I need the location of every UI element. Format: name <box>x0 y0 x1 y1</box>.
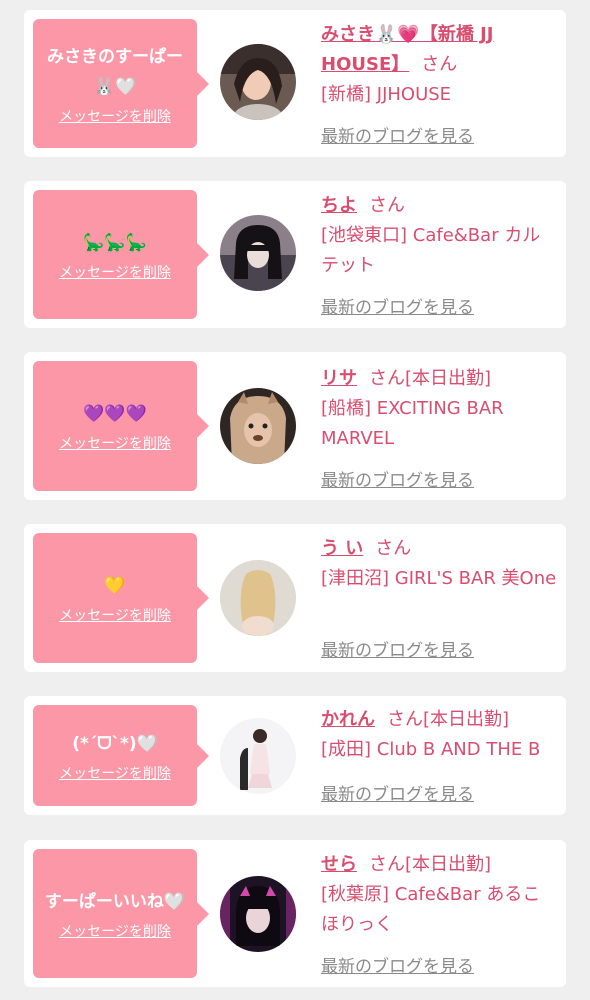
cast-name-link[interactable]: う い <box>321 538 363 559</box>
honorific: さん <box>369 368 405 389</box>
latest-blog-link[interactable]: 最新のブログを見る <box>321 466 474 491</box>
name-line: ちよ さん <box>321 191 557 221</box>
delete-message-link[interactable]: メッセージを削除 <box>59 433 171 453</box>
message-bubble: 🦕🦕🦕 メッセージを削除 <box>33 190 209 319</box>
profile-info: う いさん [津田沼] GIRL'S BAR 美One <box>321 534 557 594</box>
avatar[interactable] <box>220 560 296 636</box>
work-status: [本日出勤] <box>405 368 492 389</box>
message-bubble: 💜💜💜 メッセージを削除 <box>33 361 209 491</box>
delete-message-link[interactable]: メッセージを削除 <box>59 921 171 941</box>
profile-info: せら さん[本日出勤] [秋葉原] Cafe&Bar あるこほりっく <box>321 850 557 940</box>
avatar[interactable] <box>220 718 296 794</box>
shop-name: [船橋] EXCITING BAR MARVEL <box>321 398 504 449</box>
delete-message-link[interactable]: メッセージを削除 <box>59 763 171 783</box>
honorific: さん <box>369 854 405 875</box>
shop-name: [成田] Club B AND THE B <box>321 739 541 760</box>
message-text: みさきのすーぱー🐰🤍 <box>47 46 183 97</box>
profile-info: リサ さん[本日出勤] [船橋] EXCITING BAR MARVEL <box>321 364 557 454</box>
delete-message-link[interactable]: メッセージを削除 <box>59 605 171 625</box>
message-bubble: すーぱーいいね🤍 メッセージを削除 <box>33 849 209 978</box>
avatar[interactable] <box>220 876 296 952</box>
list-item: 💜💜💜 メッセージを削除 リサ さん[本日出勤] [船橋] EXCITING BA… <box>24 352 566 500</box>
list-item: 🦕🦕🦕 メッセージを削除 ちよ さん [池袋東口] Cafe&Bar カルテット … <box>24 181 566 328</box>
shop-name: [津田沼] GIRL'S BAR 美One <box>321 568 557 589</box>
honorific: さん <box>387 709 423 730</box>
delete-message-link[interactable]: メッセージを削除 <box>59 262 171 282</box>
message-text: 💛 <box>104 576 126 596</box>
profile-info: みさき🐰💗【新橋 JJ HOUSE】 さん [新橋] JJHOUSE <box>321 20 557 110</box>
delete-message-link[interactable]: メッセージを削除 <box>59 106 171 126</box>
work-status: [本日出勤] <box>423 709 510 730</box>
message-bubble: (*´ᗜ`*)🤍 メッセージを削除 <box>33 705 209 806</box>
avatar-image <box>220 876 296 952</box>
message-bubble: みさきのすーぱー🐰🤍 メッセージを削除 <box>33 19 209 148</box>
profile-info: かれん さん[本日出勤] [成田] Club B AND THE B <box>321 705 557 765</box>
shop-name: [秋葉原] Cafe&Bar あるこほりっく <box>321 884 541 935</box>
name-line: みさき🐰💗【新橋 JJ HOUSE】 さん <box>321 20 557 80</box>
cast-name-link[interactable]: ちよ <box>321 195 357 216</box>
latest-blog-link[interactable]: 最新のブログを見る <box>321 122 474 147</box>
avatar[interactable] <box>220 388 296 464</box>
work-status: [本日出勤] <box>405 854 492 875</box>
message-bubble: 💛 メッセージを削除 <box>33 533 209 663</box>
list-item: (*´ᗜ`*)🤍 メッセージを削除 かれん さん[本日出勤] [成田] Club … <box>24 696 566 815</box>
favorite-list: みさきのすーぱー🐰🤍 メッセージを削除 みさき🐰💗【新橋 JJ HOUSE】 さん… <box>0 0 590 1000</box>
name-line: リサ さん[本日出勤] <box>321 364 557 394</box>
avatar-image <box>220 560 296 636</box>
avatar-image <box>220 388 296 464</box>
latest-blog-link[interactable]: 最新のブログを見る <box>321 636 474 661</box>
name-line: せら さん[本日出勤] <box>321 850 557 880</box>
latest-blog-link[interactable]: 最新のブログを見る <box>321 293 474 318</box>
latest-blog-link[interactable]: 最新のブログを見る <box>321 952 474 977</box>
honorific: さん <box>421 54 458 75</box>
latest-blog-link[interactable]: 最新のブログを見る <box>321 780 474 805</box>
message-text: すーぱーいいね🤍 <box>44 891 186 912</box>
message-text: 🦕🦕🦕 <box>83 232 147 253</box>
cast-name-link[interactable]: リサ <box>321 368 357 389</box>
message-text: 💜💜💜 <box>83 404 147 424</box>
avatar[interactable] <box>220 215 296 291</box>
list-item: 💛 メッセージを削除 う いさん [津田沼] GIRL'S BAR 美One 最… <box>24 524 566 672</box>
cast-name-link[interactable]: かれん <box>321 709 375 730</box>
name-line: う いさん <box>321 534 557 564</box>
list-item: みさきのすーぱー🐰🤍 メッセージを削除 みさき🐰💗【新橋 JJ HOUSE】 さん… <box>24 10 566 157</box>
shop-name: [新橋] JJHOUSE <box>321 84 452 105</box>
honorific: さん <box>375 538 412 559</box>
avatar-image <box>220 215 296 291</box>
avatar-image <box>220 44 296 120</box>
message-text: (*´ᗜ`*)🤍 <box>72 733 158 754</box>
profile-info: ちよ さん [池袋東口] Cafe&Bar カルテット <box>321 191 557 281</box>
avatar-image <box>220 718 296 794</box>
cast-name-link[interactable]: みさき🐰💗【新橋 JJ HOUSE】 <box>321 24 494 75</box>
shop-name: [池袋東口] Cafe&Bar カルテット <box>321 225 541 276</box>
avatar[interactable] <box>220 44 296 120</box>
honorific: さん <box>369 195 405 216</box>
name-line: かれん さん[本日出勤] <box>321 705 557 735</box>
cast-name-link[interactable]: せら <box>321 854 357 875</box>
list-item: すーぱーいいね🤍 メッセージを削除 せら さん[本日出勤] [秋葉原] Cafe&… <box>24 840 566 987</box>
